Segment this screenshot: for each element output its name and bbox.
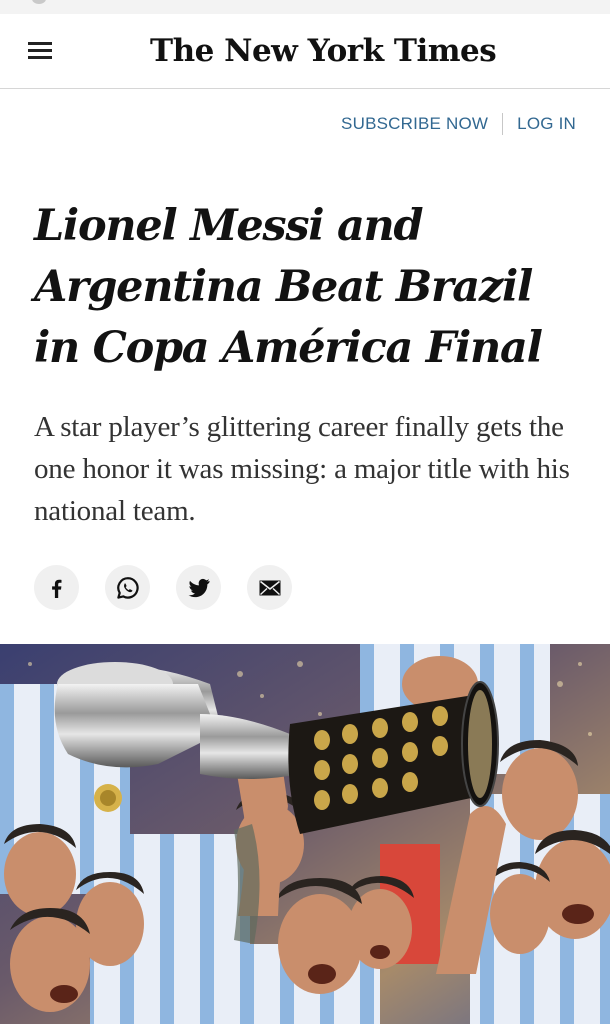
menu-icon-bar — [28, 56, 52, 59]
share-twitter-button[interactable] — [176, 565, 221, 610]
twitter-icon — [187, 578, 210, 597]
divider — [502, 113, 504, 135]
subscribe-link[interactable]: SUBSCRIBE NOW — [341, 114, 488, 134]
share-whatsapp-button[interactable] — [105, 565, 150, 610]
share-email-button[interactable] — [247, 565, 292, 610]
menu-icon-bar — [28, 42, 52, 45]
article-summary: A star player’s glittering career finall… — [34, 411, 570, 527]
share-bar — [34, 565, 318, 610]
share-facebook-button[interactable] — [34, 565, 79, 610]
menu-icon-bar — [28, 49, 52, 52]
facebook-icon — [51, 579, 61, 598]
trophy-celebration-image — [0, 644, 610, 1024]
whatsapp-icon — [116, 576, 139, 599]
status-bar — [0, 0, 610, 14]
article-hero-photo[interactable] — [0, 644, 610, 1024]
masthead: The New York Times — [0, 14, 610, 89]
nyt-logo[interactable]: The New York Times — [150, 28, 497, 74]
article-headline: Lionel Messi and Argentina Beat Brazil i… — [34, 201, 543, 373]
status-indicator — [32, 0, 46, 4]
email-icon — [259, 580, 280, 595]
menu-button[interactable] — [28, 42, 54, 60]
login-link[interactable]: LOG IN — [517, 114, 576, 134]
auth-links: SUBSCRIBE NOW LOG IN — [341, 112, 576, 136]
